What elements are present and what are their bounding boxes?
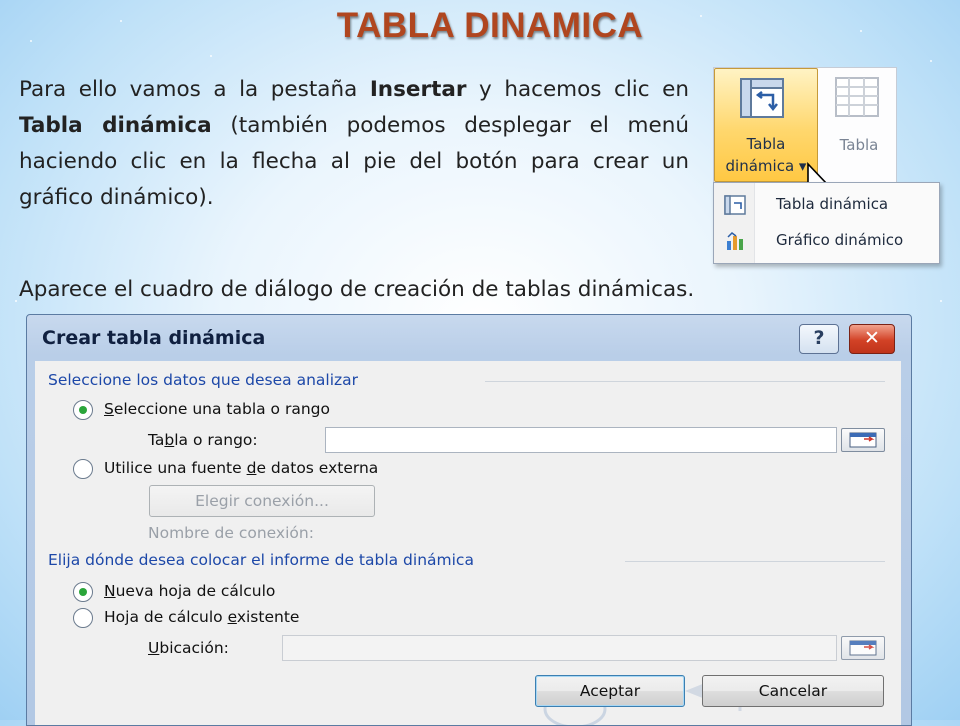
- pivot-button-label-line2: dinámica ▾: [725, 157, 807, 175]
- radio-existing-sheet[interactable]: [73, 608, 93, 628]
- help-icon: ?: [813, 327, 825, 349]
- close-icon: ✕: [864, 327, 880, 349]
- pivot-table-button[interactable]: Tabla dinámica ▾: [714, 68, 818, 182]
- radio-external-source[interactable]: [73, 459, 93, 479]
- connection-name-label: Nombre de conexión:: [148, 524, 314, 542]
- slide-title: TABLA DINAMICA: [336, 6, 644, 45]
- dialog-intro-text: Aparece el cuadro de diálogo de creación…: [19, 277, 695, 302]
- section-select-data-title: Seleccione los datos que desea analizar: [48, 371, 359, 389]
- menu-item-grafico-dinamico[interactable]: Gráfico dinámico: [714, 223, 939, 259]
- insertar-emphasis: Insertar: [369, 77, 467, 102]
- radio-existing-sheet-label: Hoja de cálculo existente: [104, 608, 300, 626]
- close-button[interactable]: ✕: [849, 324, 895, 354]
- dialog-title: Crear tabla dinámica: [42, 327, 266, 349]
- radio-select-range[interactable]: [73, 400, 93, 420]
- section-divider: [625, 561, 885, 562]
- pivot-button-label-line1: Tabla: [746, 135, 786, 153]
- location-label: Ubicación:: [148, 639, 229, 657]
- range-label: Tabla o rango:: [148, 431, 258, 449]
- table-button[interactable]: Tabla: [824, 68, 894, 180]
- ok-button[interactable]: Aceptar: [535, 675, 685, 707]
- intro-paragraph: Para ello vamos a la pestaña Insertar y …: [19, 77, 690, 210]
- radio-new-sheet[interactable]: [73, 582, 93, 602]
- pivot-dropdown-menu: Tabla dinámica Gráfico dinámico: [713, 182, 940, 264]
- radio-select-range-label: Seleccione una tabla o rango: [104, 400, 330, 418]
- create-pivot-dialog: Crear tabla dinámica ? ✕ Seleccione los …: [26, 314, 912, 726]
- collapse-dialog-icon: [849, 432, 877, 448]
- radio-external-source-label: Utilice una fuente de datos externa: [104, 459, 379, 477]
- pivot-table-small-icon: [724, 195, 746, 215]
- pivot-table-icon: [740, 78, 784, 118]
- dialog-titlebar[interactable]: Crear tabla dinámica ? ✕: [27, 315, 911, 359]
- menu-item-label: Gráfico dinámico: [776, 231, 904, 249]
- menu-item-tabla-dinamica[interactable]: Tabla dinámica: [714, 187, 939, 223]
- menu-item-label: Tabla dinámica: [776, 195, 889, 213]
- section-divider: [485, 381, 885, 382]
- cancel-button[interactable]: Cancelar: [702, 675, 884, 707]
- help-button[interactable]: ?: [799, 324, 839, 354]
- range-input[interactable]: [325, 427, 837, 453]
- ribbon-group: Tabla dinámica ▾ Tabla: [713, 67, 897, 183]
- table-icon: [835, 77, 879, 117]
- table-button-label: Tabla: [839, 136, 879, 154]
- choose-connection-button[interactable]: Elegir conexión...: [149, 485, 375, 517]
- range-collapse-button[interactable]: [841, 428, 885, 452]
- radio-new-sheet-label: Nueva hoja de cálculo: [104, 582, 276, 600]
- dialog-body: Seleccione los datos que desea analizar …: [35, 361, 901, 725]
- pivot-chart-icon: [727, 232, 743, 250]
- tabla-dinamica-emphasis: Tabla dinámica: [19, 113, 212, 138]
- section-location-title: Elija dónde desea colocar el informe de …: [48, 551, 474, 569]
